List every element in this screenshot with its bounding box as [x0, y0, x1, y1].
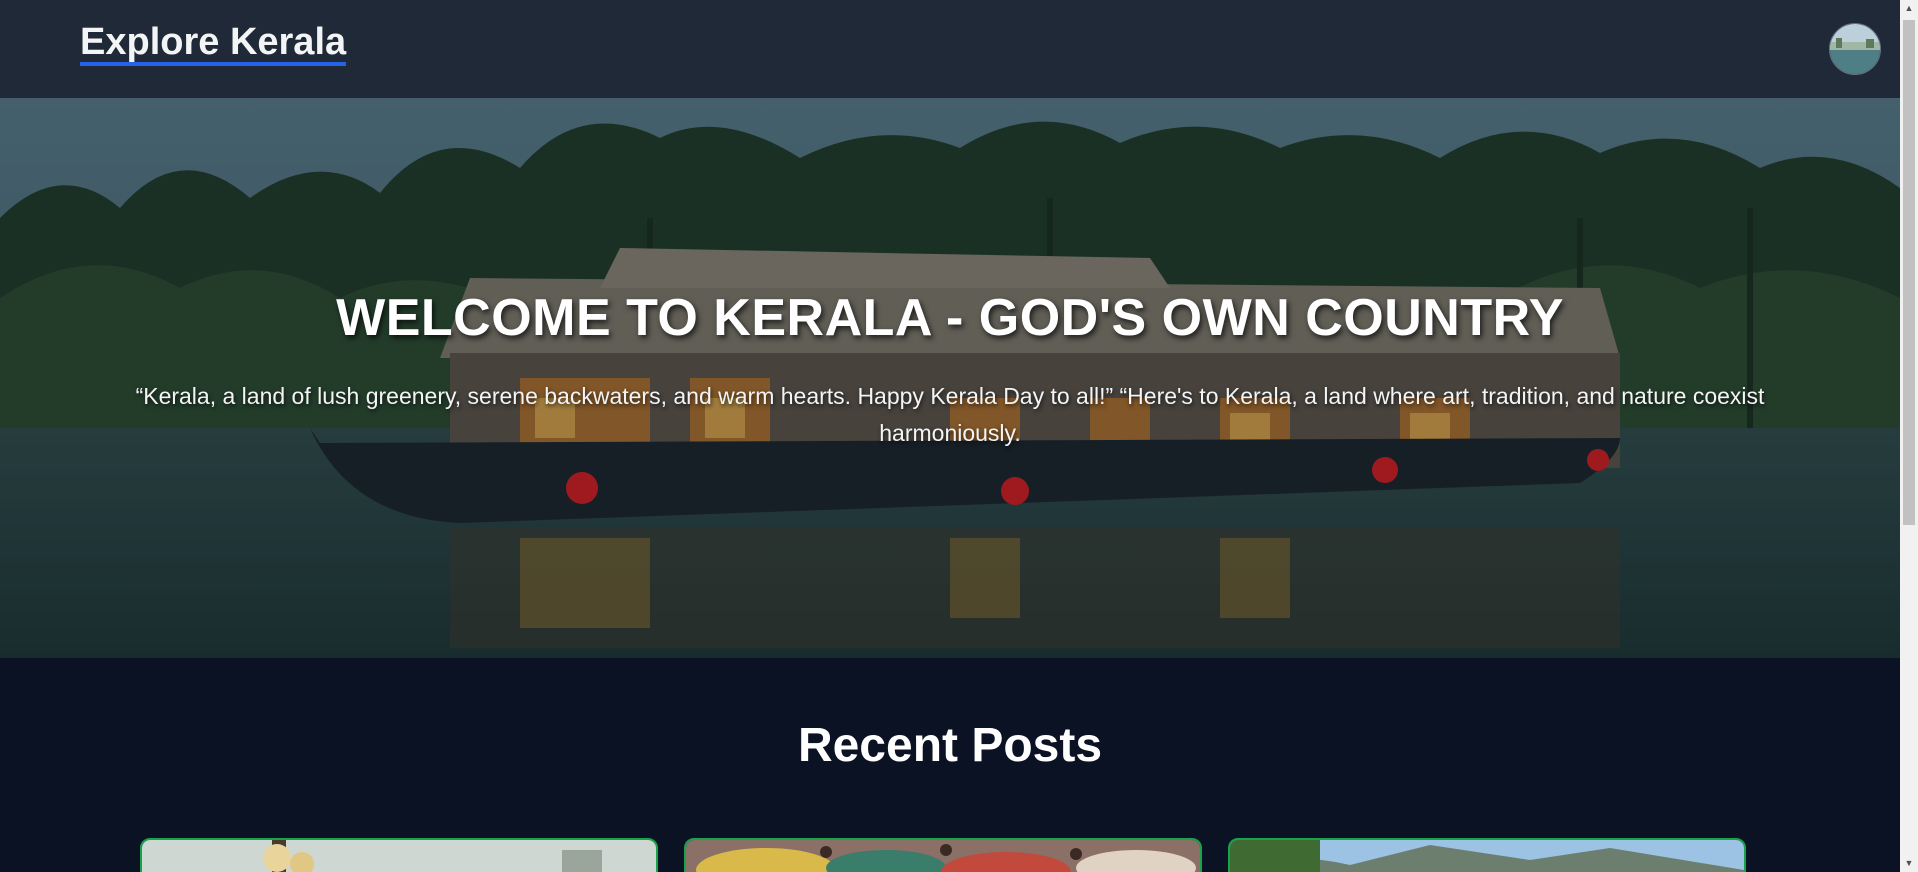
scroll-down-arrow-icon[interactable]: ▼: [1900, 855, 1918, 872]
recent-posts-heading: Recent Posts: [797, 719, 1103, 772]
profile-avatar-icon[interactable]: [1829, 23, 1881, 75]
vertical-scrollbar[interactable]: ▲ ▼: [1900, 0, 1918, 872]
top-navigation-bar: Explore Kerala: [0, 0, 1900, 98]
hero-title: WELCOME TO KERALA - GOD'S OWN COUNTRY: [336, 289, 1564, 347]
page: Explore Kerala WELCOME TO KERALA - GOD'S…: [0, 0, 1900, 872]
post-image-mountain: [1230, 840, 1744, 872]
scroll-thumb[interactable]: [1903, 20, 1915, 525]
scroll-up-arrow-icon[interactable]: ▲: [1900, 0, 1918, 17]
hero-quote: “Kerala, a land of lush greenery, serene…: [135, 383, 1765, 446]
post-card[interactable]: [140, 838, 658, 872]
post-card[interactable]: [684, 838, 1202, 872]
post-image-lantern: [142, 840, 656, 872]
post-card[interactable]: [1228, 838, 1746, 872]
brand-link[interactable]: Explore Kerala: [80, 22, 347, 66]
post-image-festival-crowd: [686, 840, 1200, 872]
hero-banner: WELCOME TO KERALA - GOD'S OWN COUNTRY “K…: [0, 98, 1900, 658]
